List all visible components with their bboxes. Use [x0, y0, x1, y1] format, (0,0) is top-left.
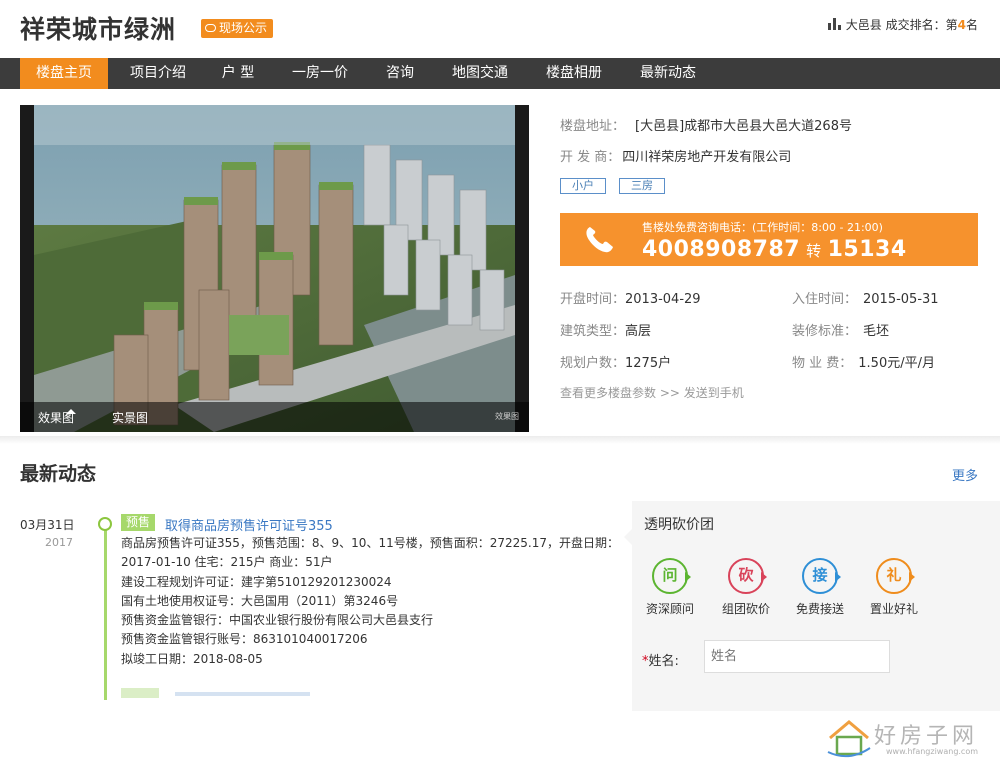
timeline-line	[104, 518, 107, 700]
news-section-title: 最新动态	[20, 463, 97, 485]
consultant-icon: 问	[652, 558, 691, 594]
property-fee-row: 物 业 费： 1.50元/平/月	[792, 356, 935, 371]
tag-three-rooms: 三房	[619, 178, 665, 194]
nav-floor-plans[interactable]: 户 型	[208, 58, 268, 89]
next-item-link[interactable]	[175, 692, 310, 696]
address-row: 楼盘地址： [大邑县]成都市大邑县大邑大道268号	[560, 119, 852, 134]
next-item-badge	[121, 688, 159, 698]
panel-title: 透明砍价团	[644, 517, 714, 533]
section-divider	[0, 436, 1000, 444]
decoration-value: 毛坯	[863, 324, 890, 339]
address-value: [大邑县]成都市大邑县大邑大道268号	[635, 119, 852, 134]
developer-value: 四川祥荣房地产开发有限公司	[622, 150, 792, 165]
bargain-icon: 砍	[728, 558, 767, 594]
nav-consult[interactable]: 咨询	[376, 58, 424, 89]
developer-row: 开 发 商： 四川祥荣房地产开发有限公司	[560, 150, 792, 165]
more-params-link[interactable]: 查看更多楼盘参数 >> 发送到手机	[560, 384, 744, 401]
building-type-row: 建筑类型：高层	[560, 324, 652, 339]
news-line: 国有土地使用权证号：大邑国用（2011）第3246号	[121, 593, 399, 608]
move-in-value: 2015-05-31	[863, 292, 939, 307]
nav-latest-news[interactable]: 最新动态	[628, 58, 708, 89]
logo-url: www.hfangziwang.com	[886, 747, 979, 756]
image-watermark: 效果图	[495, 412, 519, 421]
news-line: 2017-01-10 住宅：215户 商业：51户	[121, 555, 333, 570]
phone-hint: 售楼处免费咨询电话：(工作时间：8:00 - 21:00)	[642, 221, 883, 234]
nav-project-intro[interactable]: 项目介绍	[120, 58, 196, 89]
page-title: 祥荣城市绿洲	[20, 15, 177, 44]
news-line: 拟竣工日期：2018-08-05	[121, 651, 263, 666]
service-group-bargain[interactable]: 砍 组团砍价	[716, 558, 776, 617]
name-input[interactable]	[704, 640, 890, 673]
units-value: 1275户	[625, 356, 672, 371]
news-line: 预售资金监管银行：中国农业银行股份有限公司大邑县支行	[121, 613, 434, 628]
phone-number: 4008908787 转 15134	[642, 237, 907, 262]
gift-icon: 礼	[876, 558, 915, 594]
phone-icon	[586, 227, 613, 253]
tag-small-unit: 小户	[560, 178, 606, 194]
onsite-notice-badge[interactable]: 现场公示	[201, 19, 274, 38]
nav-map-traffic[interactable]: 地图交通	[440, 58, 520, 89]
news-year: 2017	[45, 536, 73, 549]
sales-rank: 大邑县 成交排名：第4名	[827, 16, 978, 33]
rendering-image	[34, 105, 515, 432]
panel-pointer	[624, 529, 632, 545]
news-title-link[interactable]: 取得商品房预售许可证号355	[165, 515, 333, 534]
news-body: 商品房预售许可证355，预售范围：8、9、10、11号楼，预售面积：27225.…	[121, 534, 619, 669]
house-logo-icon	[827, 720, 871, 758]
bargain-group-panel: 透明砍价团 问 资深顾问 砍 组团砍价 接 免费接送 礼 置业好礼 *姓名:	[624, 501, 1000, 711]
logo-text: 好房子网	[874, 724, 979, 749]
site-logo: 好房子网 www.hfangziwang.com	[826, 716, 986, 760]
news-date: 03月31日	[20, 518, 75, 532]
sales-phone-banner[interactable]: 售楼处免费咨询电话：(工作时间：8:00 - 21:00) 4008908787…	[560, 213, 978, 266]
pickup-icon: 接	[802, 558, 841, 594]
name-field-label: *姓名:	[642, 654, 679, 669]
property-rendering[interactable]: 效果图 实景图 效果图	[20, 105, 529, 432]
decoration-row: 装修标准： 毛坯	[792, 324, 890, 339]
news-line: 建设工程规划许可证：建字第510129201230024	[121, 574, 392, 589]
active-tab-marker	[66, 409, 76, 414]
building-type-value: 高层	[625, 324, 652, 339]
news-line: 预售资金监管银行账号：863101040017206	[121, 632, 368, 647]
chat-icon	[205, 24, 216, 32]
service-free-pickup[interactable]: 接 免费接送	[790, 558, 850, 617]
nav-gallery[interactable]: 楼盘相册	[534, 58, 614, 89]
timeline-dot	[98, 517, 112, 531]
main-nav: 楼盘主页 项目介绍 户 型 一房一价 咨询 地图交通 楼盘相册 最新动态	[0, 58, 1000, 89]
property-fee-value: 1.50元/平/月	[858, 356, 935, 371]
rank-number: 4	[957, 18, 966, 32]
service-consultant[interactable]: 问 资深顾问	[640, 558, 700, 617]
nav-unit-prices[interactable]: 一房一价	[282, 58, 358, 89]
units-row: 规划户数：1275户	[560, 356, 672, 371]
open-date-value: 2013-04-29	[625, 292, 701, 307]
service-gift[interactable]: 礼 置业好礼	[864, 558, 924, 617]
move-in-row: 入住时间： 2015-05-31	[792, 292, 939, 307]
bar-chart-icon	[827, 18, 842, 30]
photo-tabs: 效果图 实景图	[20, 402, 529, 432]
header: 祥荣城市绿洲 现场公示 大邑县 成交排名：第4名	[0, 0, 1000, 58]
news-more-link[interactable]: 更多	[952, 465, 978, 484]
tab-real-photo[interactable]: 实景图	[112, 409, 148, 426]
open-date-row: 开盘时间：2013-04-29	[560, 292, 701, 307]
news-line: 商品房预售许可证355，预售范围：8、9、10、11号楼，预售面积：27225.…	[121, 536, 619, 550]
presale-badge: 预售	[121, 514, 156, 531]
nav-home[interactable]: 楼盘主页	[20, 58, 108, 89]
